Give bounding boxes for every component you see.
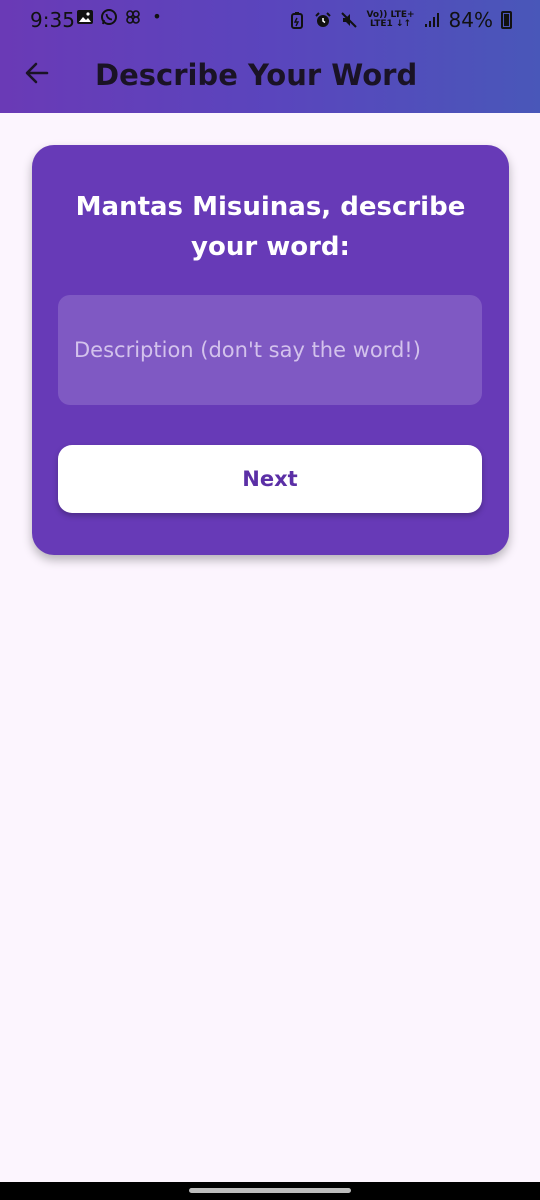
mute-icon [340,11,358,29]
top-bar: 9:35 • Vo)) LTE+ LTE1 ↓↑ 84% Describe Yo… [0,0,540,113]
arrow-left-icon [23,59,51,91]
describe-card: Mantas Misuinas, describe your word: Nex… [32,145,509,555]
status-bar: 9:35 • Vo)) LTE+ LTE1 ↓↑ 84% [0,0,540,40]
describe-prompt: Mantas Misuinas, describe your word: [75,192,466,262]
status-time: 9:35 [30,8,75,32]
battery-percent: 84% [448,8,493,32]
alarm-icon [314,11,332,29]
page-title: Describe Your Word [95,58,418,92]
whatsapp-icon [100,8,118,26]
gallery-icon [76,8,94,26]
app-bar: Describe Your Word [0,40,540,113]
battery-icon [501,11,512,29]
next-button[interactable]: Next [58,445,482,513]
gesture-handle[interactable] [189,1188,351,1193]
pinwheel-icon [124,8,142,26]
back-button[interactable] [22,60,52,90]
system-icons: Vo)) LTE+ LTE1 ↓↑ 84% [288,8,512,32]
battery-saver-icon [288,11,306,29]
description-input[interactable] [58,295,482,405]
system-nav-bar [0,1182,540,1200]
more-notifications-dot: • [152,7,162,26]
notification-icons: • [76,8,166,26]
network-indicator: Vo)) LTE+ LTE1 ↓↑ [366,11,414,29]
network-label-bottom: LTE1 ↓↑ [369,19,411,29]
signal-icon [423,11,441,29]
